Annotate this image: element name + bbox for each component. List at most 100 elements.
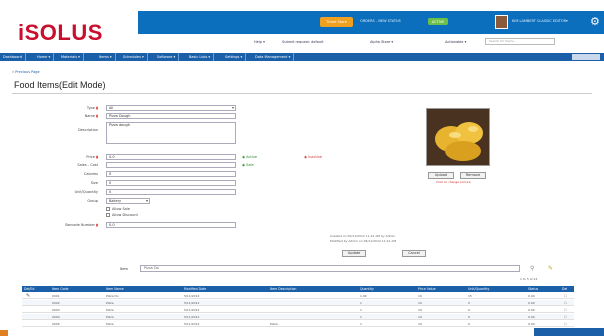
allow-sale-checkbox[interactable]: Allow Sale — [106, 207, 130, 211]
cell: 5/11/2012 — [184, 308, 200, 312]
nav-right-control[interactable] — [572, 54, 600, 60]
list-search-label: Item — [120, 267, 128, 271]
pdf-icon[interactable]: ✎ — [548, 265, 553, 272]
col-quantity[interactable]: Quantity — [360, 286, 374, 292]
store-menu[interactable]: Alpha Store ▾ — [370, 40, 393, 44]
col-del[interactable]: Del — [562, 286, 567, 292]
nav-item-basic-lists[interactable]: Basic Lists ▾ — [186, 53, 215, 61]
col-item-code[interactable]: Item Code — [52, 286, 68, 292]
cell: 19 — [418, 322, 422, 326]
help-menu[interactable]: Help ▾ — [254, 40, 265, 44]
delete-checkbox[interactable]: ☐ — [564, 314, 567, 320]
cell: 1 — [360, 301, 362, 305]
submit-request-link[interactable]: Submit request: default — [282, 40, 323, 44]
user-name[interactable]: KIM LAMBERT CLASSIC EDITOR — [512, 19, 566, 23]
cell: 0 — [468, 322, 470, 326]
status-badge: ACTIVE — [428, 18, 448, 25]
col-status[interactable]: Status — [528, 286, 538, 292]
delete-checkbox[interactable]: ☐ — [564, 307, 567, 313]
order-status-text: ORDERS - NEW STATUS — [360, 19, 401, 23]
col-modified-date[interactable]: Modified Date — [184, 286, 206, 292]
delete-checkbox[interactable]: ☐ — [564, 321, 567, 327]
nav-item-home[interactable]: Home ▾ — [34, 53, 55, 61]
nav-item-dashboard[interactable]: Dashboard — [0, 53, 26, 61]
cell: 0004 — [52, 315, 60, 319]
title-divider — [12, 93, 592, 94]
name-field[interactable]: Pizza Dough — [106, 113, 236, 119]
col-item-name[interactable]: Item Name — [106, 286, 124, 292]
nav-item-settings[interactable]: Settings ▾ — [222, 53, 247, 61]
col-unit-quantity[interactable]: Unit/Quantity — [468, 286, 489, 292]
breadcrumb[interactable]: « Previous Page — [12, 70, 40, 74]
description-textarea[interactable]: Pizza dough — [106, 122, 236, 144]
status-sale-radio[interactable]: ◉ Sale — [242, 163, 254, 167]
col-del-ed[interactable]: Del/Ed — [24, 286, 34, 292]
cell: 19 — [418, 315, 422, 319]
type-select[interactable]: All — [106, 105, 236, 111]
cell: 1.00 — [360, 294, 367, 298]
cost-field[interactable] — [106, 162, 236, 168]
footer-bar — [534, 328, 604, 336]
search-icon[interactable]: ⚲ — [530, 265, 534, 272]
cancel-button[interactable]: Cancel — [402, 250, 426, 257]
cell: Pizza — [270, 322, 278, 326]
cell: Pizza — [106, 301, 114, 305]
app-logo[interactable]: iSOLUS — [18, 20, 103, 46]
price-field[interactable]: 0.0 — [106, 154, 236, 160]
cell: Pizza — [106, 322, 114, 326]
delete-checkbox[interactable]: ☐ — [564, 300, 567, 306]
unit-field[interactable]: 0 — [106, 189, 236, 195]
cost-label: Sales - Cost — [77, 163, 98, 167]
photo-note: Click to change picture — [436, 180, 471, 184]
update-button[interactable]: Update — [342, 250, 366, 257]
pastry-image — [427, 109, 489, 165]
cell: 0.00 — [528, 315, 535, 319]
status-active-radio[interactable]: ◉ Active — [242, 155, 257, 159]
table-row[interactable]: 0003 Pizza 5/11/2012 1 19 0 0.00 ☐ — [22, 307, 574, 313]
col-item-description[interactable]: Item Description — [270, 286, 296, 292]
actionable-menu[interactable]: Actionable ▾ — [445, 40, 466, 44]
table-header: Del/Ed Item Code Item Name Modified Date… — [22, 286, 574, 292]
size-field[interactable]: 0 — [106, 180, 236, 186]
cell: Pizza — [106, 315, 114, 319]
status-inactive-radio[interactable]: ◉ Inactive — [304, 155, 322, 159]
nav-item-schedules[interactable]: Schedules ▾ — [120, 53, 148, 61]
cell: 5/11/2012 — [184, 315, 200, 319]
ticket-store-button[interactable]: Ticket Store — [320, 17, 353, 27]
remove-button[interactable]: Remove — [460, 172, 486, 179]
delete-checkbox[interactable]: ☐ — [564, 293, 567, 299]
cell: 0.00 — [528, 301, 535, 305]
cell: 19 — [418, 308, 422, 312]
col-price-value[interactable]: Price Value — [418, 286, 436, 292]
group-label: Group — [87, 199, 98, 203]
cell: 0005 — [52, 322, 60, 326]
avatar[interactable] — [495, 15, 508, 29]
cell: 0 — [468, 308, 470, 312]
nav-item-software[interactable]: Software ▾ — [154, 53, 180, 61]
nav-item-materials[interactable]: Materials ▾ — [58, 53, 84, 61]
cell: 0003 — [52, 308, 60, 312]
cell: 0.00 — [528, 294, 535, 298]
modified-note: Modified by Admin on 05/11/2012 11:21 AM — [330, 239, 397, 243]
table-row[interactable]: 0004 Pizza 5/11/2012 1 19 0 0.00 ☐ — [22, 314, 574, 320]
cell: 0002 — [52, 301, 60, 305]
nav-item-items[interactable]: Items ▾ — [96, 53, 116, 61]
cell: 19 — [418, 301, 422, 305]
barcode-field[interactable]: 0.0 — [106, 222, 236, 228]
list-search-input[interactable]: Pizza Do — [140, 265, 520, 272]
chevron-down-icon[interactable]: ▾ — [566, 19, 568, 23]
table-row[interactable]: 0002 Pizza 5/11/2012 1 19 0 0.00 ☐ — [22, 300, 574, 306]
table-row[interactable]: ✎ 0001 Pizza Do 5/11/2012 1.00 19 15 0.0… — [22, 293, 574, 299]
allow-discount-checkbox[interactable]: Allow Discount — [106, 213, 138, 217]
search-input[interactable]: Search for Items... — [485, 38, 555, 45]
table-row[interactable]: 0005 Pizza 5/11/2012 Pizza 1 19 0 0.00 ☐ — [22, 321, 574, 327]
nav-item-data-management[interactable]: Data Management ▾ — [252, 53, 295, 61]
food-photo[interactable] — [426, 108, 490, 166]
calories-field[interactable]: 0 — [106, 171, 236, 177]
group-select[interactable]: Bakery — [106, 198, 150, 204]
gear-icon[interactable]: ⚙ — [590, 16, 600, 27]
page-info: 1 to 5 of 24 — [520, 277, 538, 281]
upload-button[interactable]: Upload — [428, 172, 454, 179]
cell: Pizza — [106, 308, 114, 312]
edit-icon[interactable]: ✎ — [26, 293, 30, 299]
